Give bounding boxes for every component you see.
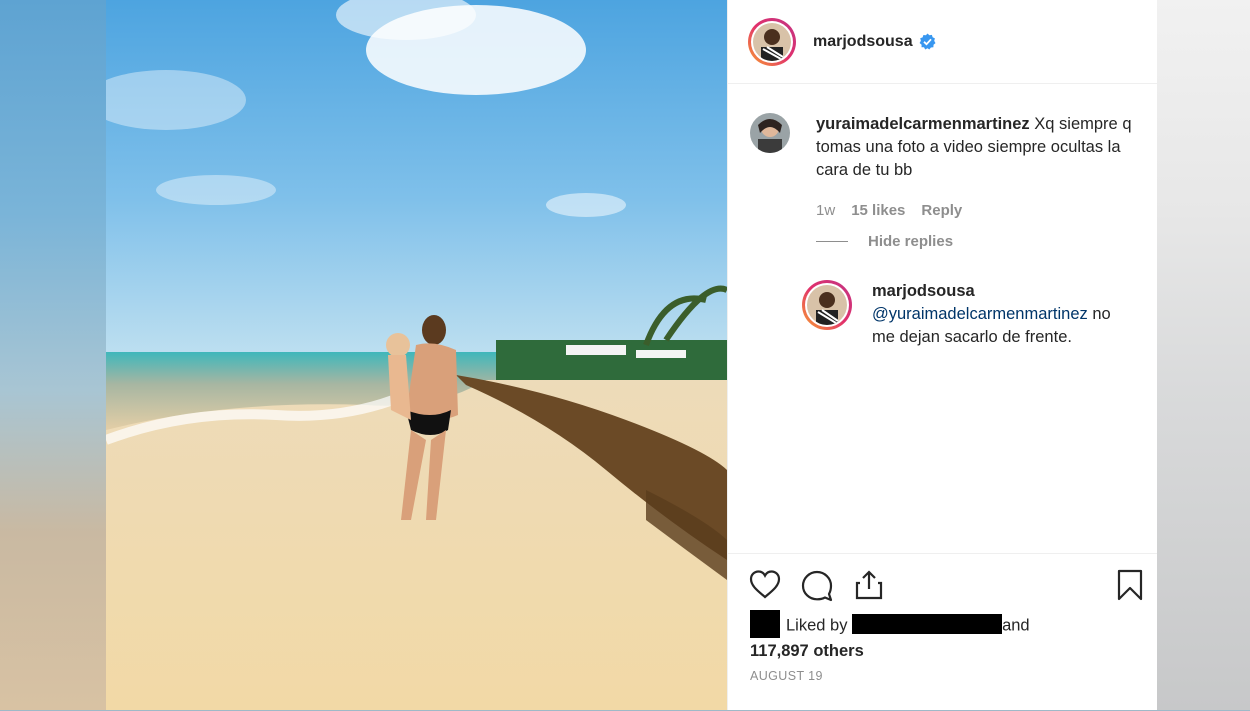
backdrop-left <box>0 0 106 710</box>
reply-text-block: marjodsousa @yuraimadelcarmenmartinez no… <box>872 280 1112 349</box>
hide-replies-button[interactable]: Hide replies <box>816 233 953 250</box>
commenter-username[interactable]: yuraimadelcarmenmartinez <box>816 115 1030 133</box>
author-avatar[interactable] <box>748 17 796 66</box>
commenter-avatar[interactable] <box>750 113 790 153</box>
comment-likes[interactable]: 15 likes <box>851 202 905 219</box>
post-date[interactable]: AUGUST 19 <box>750 669 823 683</box>
reply-author-avatar[interactable] <box>802 280 852 330</box>
redacted-username <box>852 614 1003 634</box>
likes-conjunction: and <box>1002 616 1030 635</box>
post-side-panel: marjodsousa yuraimadelcarmenmartinez Xq … <box>727 0 1157 710</box>
comment-text-block: yuraimadelcarmenmartinez Xq siempre q to… <box>816 113 1140 182</box>
liked-by-prefix: Liked by <box>786 616 848 635</box>
post-header: marjodsousa <box>728 0 1157 84</box>
reply-mention-link[interactable]: @yuraimadelcarmenmartinez <box>872 305 1088 323</box>
reply-button[interactable]: Reply <box>921 202 962 219</box>
comment: yuraimadelcarmenmartinez Xq siempre q to… <box>750 113 1140 182</box>
bookmark-icon[interactable] <box>1113 568 1147 602</box>
action-bar: Liked by and 117,897 others AUGUST 19 <box>728 553 1157 711</box>
backdrop-right <box>1156 0 1250 710</box>
reply-username[interactable]: marjodsousa <box>872 282 975 300</box>
likes-others-count[interactable]: 117,897 others <box>750 642 864 660</box>
comments-section: yuraimadelcarmenmartinez Xq siempre q to… <box>728 85 1157 550</box>
comment-meta: 1w 15 likes Reply <box>816 202 978 219</box>
comment-age[interactable]: 1w <box>816 202 835 219</box>
hide-replies-label: Hide replies <box>868 233 954 250</box>
comment-icon[interactable] <box>800 568 834 602</box>
author-username[interactable]: marjodsousa <box>813 33 913 51</box>
beach-photo-illustration <box>106 0 727 710</box>
share-icon[interactable] <box>852 568 886 602</box>
redacted-avatar <box>750 610 780 638</box>
likes-summary: Liked by and 117,897 others <box>750 610 1030 663</box>
heart-icon[interactable] <box>748 568 782 602</box>
reply-comment: marjodsousa @yuraimadelcarmenmartinez no… <box>802 280 1122 349</box>
post-photo[interactable] <box>106 0 727 710</box>
divider-line <box>816 241 848 242</box>
verified-badge-icon <box>919 33 936 50</box>
